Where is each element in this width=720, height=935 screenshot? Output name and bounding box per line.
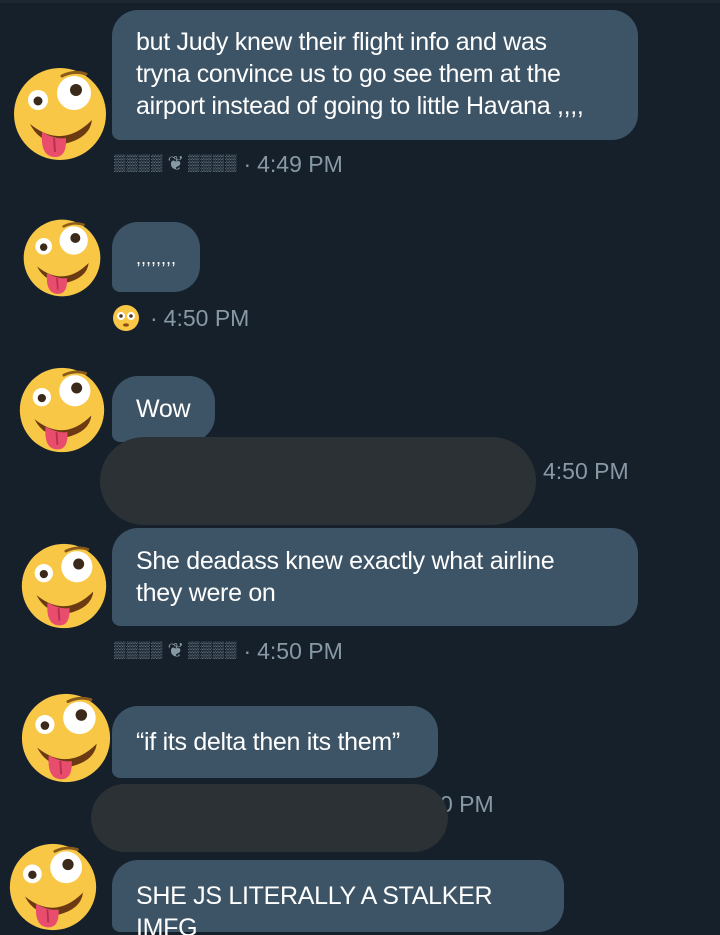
chat-screen: but Judy knew their flight info and was … [0,0,720,935]
message-bubble[interactable]: ,,,,,,,, [112,222,200,292]
timestamp: 4:50 PM [163,305,250,331]
left-pupil [40,721,50,730]
message-bubble[interactable]: but Judy knew their flight info and was … [112,10,638,140]
message-meta: ▒▒▒▒ ❦ ▒▒▒▒ · 4:49 PM [114,150,343,178]
message-meta: 0 PM [440,790,494,818]
sender-name: ▒▒▒▒ [188,642,238,659]
timestamp: 4:50 PM [257,638,343,664]
tongue-line [56,277,59,290]
timestamp: 4:50 PM [543,458,629,484]
tongue-line [55,431,59,445]
avatar[interactable] [8,842,98,932]
avatar[interactable] [18,366,106,454]
separator: · [243,151,252,177]
left-pupil [39,569,48,579]
message-bubble[interactable]: “if its delta then its them” [112,706,438,778]
avatar[interactable] [22,218,102,298]
tongue-line [46,909,50,923]
top-divider [0,0,720,3]
right-pupil [71,382,83,394]
right-pupil [73,558,85,570]
separator: · [243,638,252,664]
redacted-message [91,784,448,852]
message-text: SHE JS LITERALLY A STALKER IMFG [136,882,493,935]
message-meta: 4:50 PM [543,457,629,485]
left-pupil [28,870,37,880]
timestamp: 0 PM [440,791,494,817]
right-pupil [70,233,81,243]
message-line: She deadass knew exactly what airline [136,547,555,575]
heart-icon: ❦ [167,640,185,662]
right-pupil [75,709,88,721]
message-bubble[interactable]: Wow [112,376,215,442]
avatar[interactable] [20,692,112,784]
sender-name: ▒▒▒▒ [114,642,164,659]
message-text: Wow [136,395,191,423]
tongue-line [57,607,61,621]
tongue-line [53,137,56,153]
left-pupil [33,96,43,106]
message-meta: ▒▒▒▒ ❦ ▒▒▒▒ · 4:50 PM [114,637,343,665]
message-line: tryna convince us to go see them at the [136,60,561,88]
separator: · [150,305,158,331]
message-line: airport instead of going to little Havan… [136,92,584,120]
message-line: they were on [136,579,276,607]
message-bubble[interactable]: She deadass knew exactly what airline th… [112,528,638,626]
message-text: “if its delta then its them” [136,728,400,756]
left-pupil [39,243,48,251]
heart-icon: ❦ [167,153,185,175]
flushed-face-emoji-icon[interactable] [112,304,140,332]
right-pupil [62,858,74,871]
message-bubble[interactable]: SHE JS LITERALLY A STALKER IMFG [112,860,564,935]
redacted-message [100,437,536,525]
message-meta: · 4:50 PM [112,304,249,332]
left-pupil [37,393,46,403]
right-pupil [70,84,82,96]
message-line: but Judy knew their flight info and was [136,28,547,56]
timestamp: 4:49 PM [257,151,343,177]
sender-name: ▒▒▒▒ [114,155,164,172]
sender-name: ▒▒▒▒ [188,155,238,172]
avatar[interactable] [20,542,108,630]
avatar[interactable] [12,66,108,162]
tongue-line [59,760,63,775]
message-text: ,,,,,,,, [136,248,177,268]
